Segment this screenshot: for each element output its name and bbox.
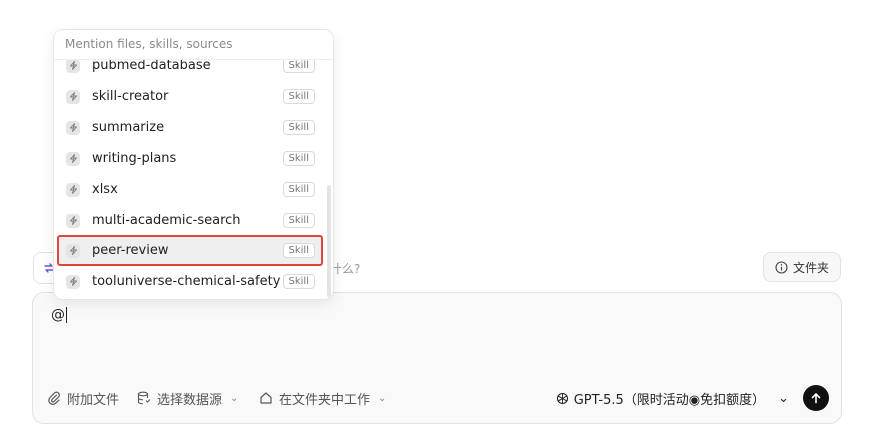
mention-item-xlsx[interactable]: xlsx Skill [57,174,323,205]
chevron-down-icon: ⌄ [378,392,387,404]
composer-toolbar: 附加文件 选择数据源 ⌄ 在文件夹中工作 ⌄ GPT-5.5（限时活动◉免扣额度… [47,383,829,413]
skill-badge: Skill [282,182,315,197]
skill-bolt-icon [66,243,80,258]
model-label: GPT-5.5（限时活动◉免扣额度） [573,392,766,408]
info-icon [775,260,788,274]
mention-list-scrollbar[interactable] [327,185,331,297]
skill-badge: Skill [282,243,315,258]
folder-button-label: 文件夹 [792,260,829,275]
skill-badge: Skill [282,151,315,166]
mention-item-skill-creator[interactable]: skill-creator Skill [57,81,323,112]
skill-bolt-icon [66,58,80,73]
mention-item-multi-academic-search[interactable]: multi-academic-search Skill [57,205,323,236]
mention-list: pubmed-database Skill skill-creator Skil… [54,50,333,299]
model-selector[interactable]: GPT-5.5（限时活动◉免扣额度） ⌄ [556,383,789,413]
datasource-label: 选择数据源 [157,392,223,408]
paperclip-icon [48,391,60,405]
suggestion-text[interactable]: 什么? [330,260,360,277]
mention-item-label: summarize [92,120,165,135]
skill-bolt-icon [66,182,80,197]
mention-item-label: multi-academic-search [92,213,241,228]
skill-bolt-icon [66,151,80,166]
mention-item-peer-review[interactable]: peer-review Skill [57,235,323,266]
mention-item-label: tooluniverse-chemical-safety [92,274,281,289]
mention-search-placeholder: Mention files, skills, sources [65,37,233,51]
attach-file-button[interactable]: 附加文件 [47,383,119,413]
skill-bolt-icon [66,213,80,228]
skill-badge: Skill [282,274,315,289]
chevron-down-icon: ⌄ [778,390,789,406]
skill-badge: Skill [282,58,315,73]
database-icon [137,391,151,405]
openai-icon [556,392,568,404]
mention-item-label: writing-plans [92,151,177,166]
message-input-value: @ [51,307,65,323]
mention-search-header[interactable]: Mention files, skills, sources [54,30,333,60]
mention-item-label: pubmed-database [92,58,211,73]
mention-item-summarize[interactable]: summarize Skill [57,112,323,143]
mention-popup: Mention files, skills, sources pubmed-da… [53,29,334,300]
text-caret [66,307,67,323]
send-button[interactable] [803,385,829,411]
mention-item-writing-plans[interactable]: writing-plans Skill [57,143,323,174]
skill-badge: Skill [282,120,315,135]
home-folder-icon [260,392,272,404]
skill-badge: Skill [282,213,315,228]
mention-item-label: peer-review [92,243,169,258]
mention-item-label: xlsx [92,182,118,197]
workspace-label: 在文件夹中工作 [279,392,371,408]
folder-button[interactable]: 文件夹 [763,252,841,282]
datasource-dropdown[interactable]: 选择数据源 ⌄ [137,383,238,413]
mention-item-label: skill-creator [92,89,169,104]
attach-file-label: 附加文件 [67,392,120,408]
chevron-down-icon: ⌄ [230,392,239,404]
skill-bolt-icon [66,120,80,135]
message-input[interactable]: @ [51,307,67,323]
mention-item-tooluniverse-chemical-safety[interactable]: tooluniverse-chemical-safety Skill [57,266,323,297]
skill-bolt-icon [66,274,80,289]
arrow-up-icon [811,393,821,404]
skill-bolt-icon [66,89,80,104]
skill-badge: Skill [282,89,315,104]
workspace-dropdown[interactable]: 在文件夹中工作 ⌄ [259,383,386,413]
message-composer[interactable]: @ 附加文件 选择数据源 ⌄ 在文件夹中工作 ⌄ GPT-5.5（限时活动◉免扣… [32,292,842,424]
